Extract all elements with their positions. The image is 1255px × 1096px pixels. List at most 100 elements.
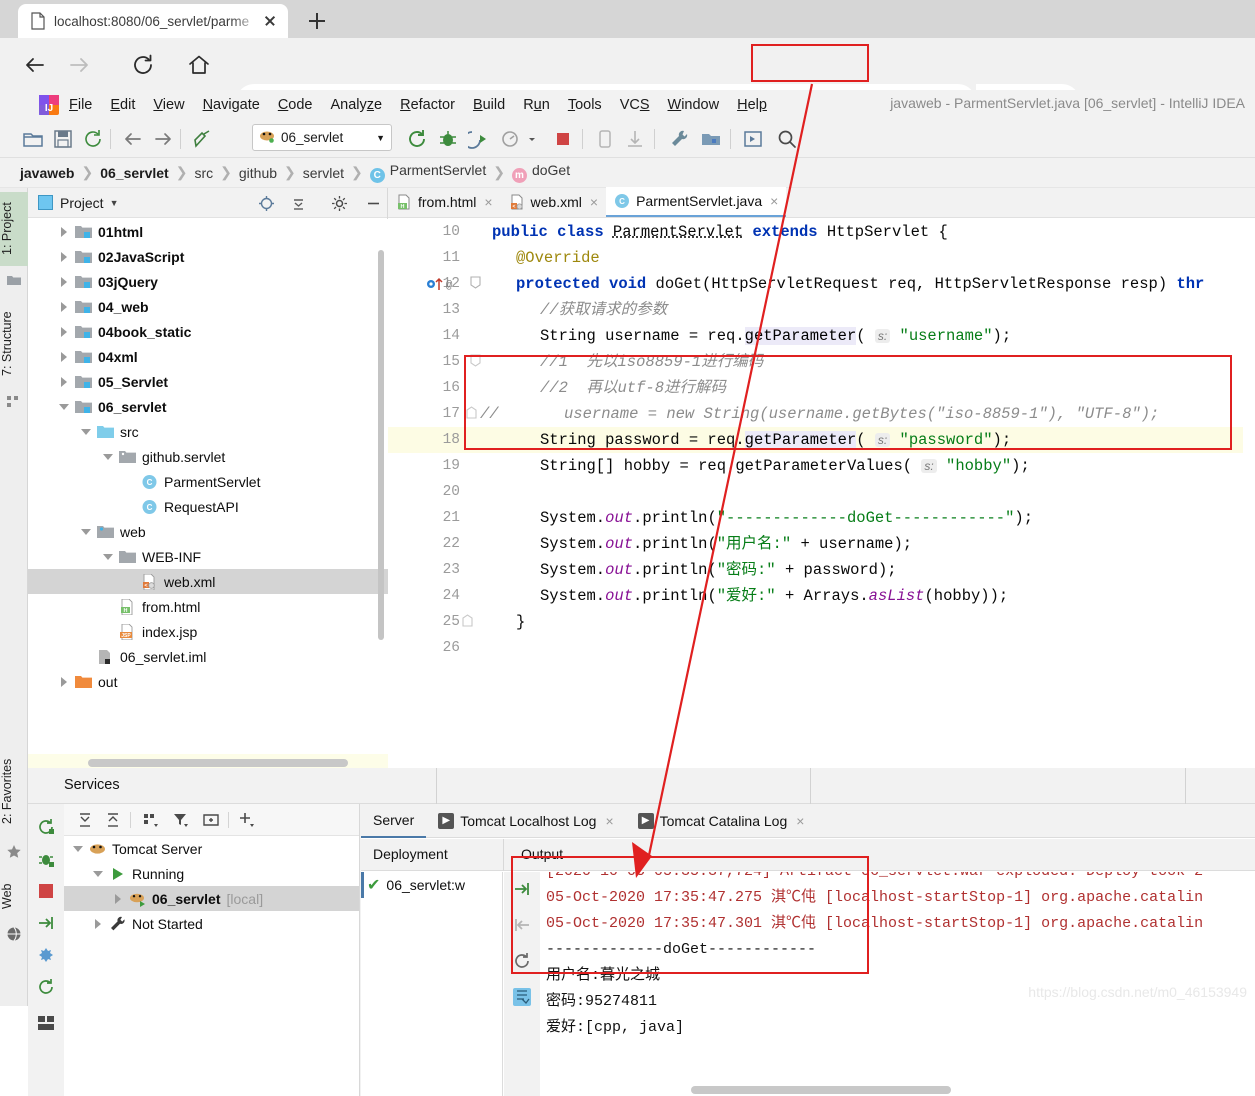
rerun-icon[interactable] [406, 128, 428, 150]
chevron-open-icon[interactable] [80, 525, 93, 538]
code-content[interactable]: 10 public class ParmentServlet extends H… [388, 219, 1255, 768]
project-structure-icon[interactable] [700, 128, 722, 150]
services-tree[interactable]: Tomcat Server Running 06_servlet [local] Not… [64, 836, 359, 936]
run-with-coverage-icon[interactable] [468, 128, 490, 150]
project-tree-item-github-servlet[interactable]: github.servlet [28, 444, 388, 469]
sidebar-item-project[interactable]: 1: Project [0, 192, 28, 266]
undeploy-icon[interactable] [513, 916, 531, 934]
services-tree-item-running[interactable]: Running [64, 861, 359, 886]
fold-end-icon[interactable] [462, 614, 473, 627]
update-icon[interactable] [624, 128, 646, 150]
breadcrumb-javaweb[interactable]: javaweb [20, 165, 74, 181]
settings-wrench-icon[interactable] [668, 128, 690, 150]
filter-icon[interactable] [172, 811, 190, 829]
menu-tools[interactable]: Tools [559, 97, 611, 113]
project-tree-hscrollbar[interactable] [88, 759, 348, 767]
locate-icon[interactable] [258, 195, 275, 212]
project-tree-scrollbar[interactable] [378, 250, 384, 640]
hide-icon[interactable] [365, 195, 382, 212]
fold-collapse-icon[interactable] [466, 406, 477, 419]
settings-gear-icon[interactable] [331, 195, 348, 212]
chevron-closed-icon[interactable] [112, 892, 125, 905]
project-tree-item-04xml[interactable]: 04xml [28, 344, 388, 369]
chevron-closed-icon[interactable] [58, 300, 71, 313]
breadcrumb-servlet[interactable]: servlet [303, 165, 344, 181]
stop-icon[interactable] [552, 128, 574, 150]
debug-icon[interactable] [37, 850, 55, 868]
menu-view[interactable]: View [144, 97, 193, 113]
project-tree-item-web-inf[interactable]: WEB-INF [28, 544, 388, 569]
project-tree-item-04-web[interactable]: 04_web [28, 294, 388, 319]
project-tree-item-01html[interactable]: 01html [28, 219, 388, 244]
menu-file[interactable]: FFileile [60, 97, 101, 113]
chevron-closed-icon[interactable] [58, 225, 71, 238]
services-tree-item-tomcat-server[interactable]: Tomcat Server [64, 836, 359, 861]
chevron-down-icon[interactable]: ▼ [376, 133, 385, 143]
back-icon[interactable] [122, 128, 144, 150]
menu-navigate[interactable]: Navigate [194, 97, 269, 113]
forward-arrow-icon[interactable] [62, 48, 96, 82]
project-tree-item-04book-static[interactable]: 04book_static [28, 319, 388, 344]
chevron-closed-icon[interactable] [58, 350, 71, 363]
new-tab-button[interactable] [305, 9, 329, 33]
home-icon[interactable] [182, 48, 216, 82]
fold-open-icon[interactable] [470, 354, 481, 367]
device-icon[interactable] [594, 128, 616, 150]
chevron-open-icon[interactable] [92, 867, 105, 880]
menu-vcs[interactable]: VCS [611, 97, 659, 113]
chevron-open-icon[interactable] [58, 400, 71, 413]
scroll-end-icon[interactable] [513, 988, 531, 1006]
chevron-open-icon[interactable] [80, 425, 93, 438]
open-icon[interactable] [22, 128, 44, 150]
menu-help[interactable]: Help [728, 97, 776, 113]
menu-analyze[interactable]: Analyze [322, 97, 392, 113]
run-configuration-selector[interactable]: 06_servlet ▼ [252, 124, 392, 151]
close-icon[interactable]: × [770, 193, 778, 209]
breadcrumb-github[interactable]: github [239, 165, 277, 181]
breadcrumb-parmentservlet[interactable]: C ParmentServlet [370, 162, 486, 183]
subtab-deployment[interactable]: Deployment [373, 846, 448, 862]
project-tree-item-06-servlet[interactable]: 06_servlet [28, 394, 388, 419]
group-icon[interactable] [142, 811, 160, 829]
layout-icon[interactable] [37, 1014, 55, 1032]
close-icon[interactable]: × [484, 194, 492, 210]
redeploy-icon[interactable] [513, 880, 531, 898]
services-tree-item-not-started[interactable]: Not Started [64, 911, 359, 936]
project-tree-item-web[interactable]: web [28, 519, 388, 544]
project-tree-item-from-html[interactable]: Hfrom.html [28, 594, 388, 619]
breadcrumb-doget[interactable]: m doGet [512, 162, 570, 183]
chevron-closed-icon[interactable] [92, 917, 105, 930]
chevron-open-icon[interactable] [102, 550, 115, 563]
settings-icon[interactable] [37, 946, 55, 964]
services-tree-item-06-servlet[interactable]: 06_servlet [local] [64, 886, 359, 911]
reload-icon[interactable] [126, 48, 160, 82]
search-everywhere-icon[interactable] [776, 128, 798, 150]
chevron-open-icon[interactable] [102, 450, 115, 463]
tab-server[interactable]: Server [361, 804, 426, 838]
close-icon[interactable]: × [590, 194, 598, 210]
project-tree-item-06-servlet-iml[interactable]: 06_servlet.iml [28, 644, 388, 669]
sidebar-item-structure[interactable]: 7: Structure [0, 300, 28, 388]
project-tree-item-index-jsp[interactable]: JSP index.jsp [28, 619, 388, 644]
profile-icon[interactable] [500, 128, 522, 150]
chevron-open-icon[interactable] [72, 842, 85, 855]
breadcrumb-src[interactable]: src [194, 165, 213, 181]
breadcrumb-06-servlet[interactable]: 06_servlet [100, 165, 169, 181]
stop-icon[interactable] [37, 882, 55, 900]
menu-build[interactable]: Build [464, 97, 514, 113]
project-tree-item-requestapi[interactable]: C RequestAPI [28, 494, 388, 519]
project-tree-item-05-servlet[interactable]: 05_Servlet [28, 369, 388, 394]
collapse-all-icon[interactable] [104, 811, 122, 829]
menu-run[interactable]: Run [514, 97, 559, 113]
debug-icon[interactable] [437, 128, 459, 150]
build-icon[interactable] [192, 128, 214, 150]
collapse-all-icon[interactable] [290, 195, 307, 212]
editor-right-gutter[interactable] [1243, 219, 1255, 768]
tab-parmentservlet-java[interactable]: C ParmentServlet.java × [606, 187, 786, 217]
tab-web-xml[interactable]: < web.xml × [501, 187, 607, 217]
sidebar-item-favorites[interactable]: 2: Favorites [0, 744, 28, 838]
deploy-icon[interactable] [37, 914, 55, 932]
tab-tomcat-localhost-log[interactable]: ▶ Tomcat Localhost Log × [426, 804, 625, 838]
fold-open-icon[interactable] [470, 276, 481, 289]
run-anything-icon[interactable] [742, 128, 764, 150]
